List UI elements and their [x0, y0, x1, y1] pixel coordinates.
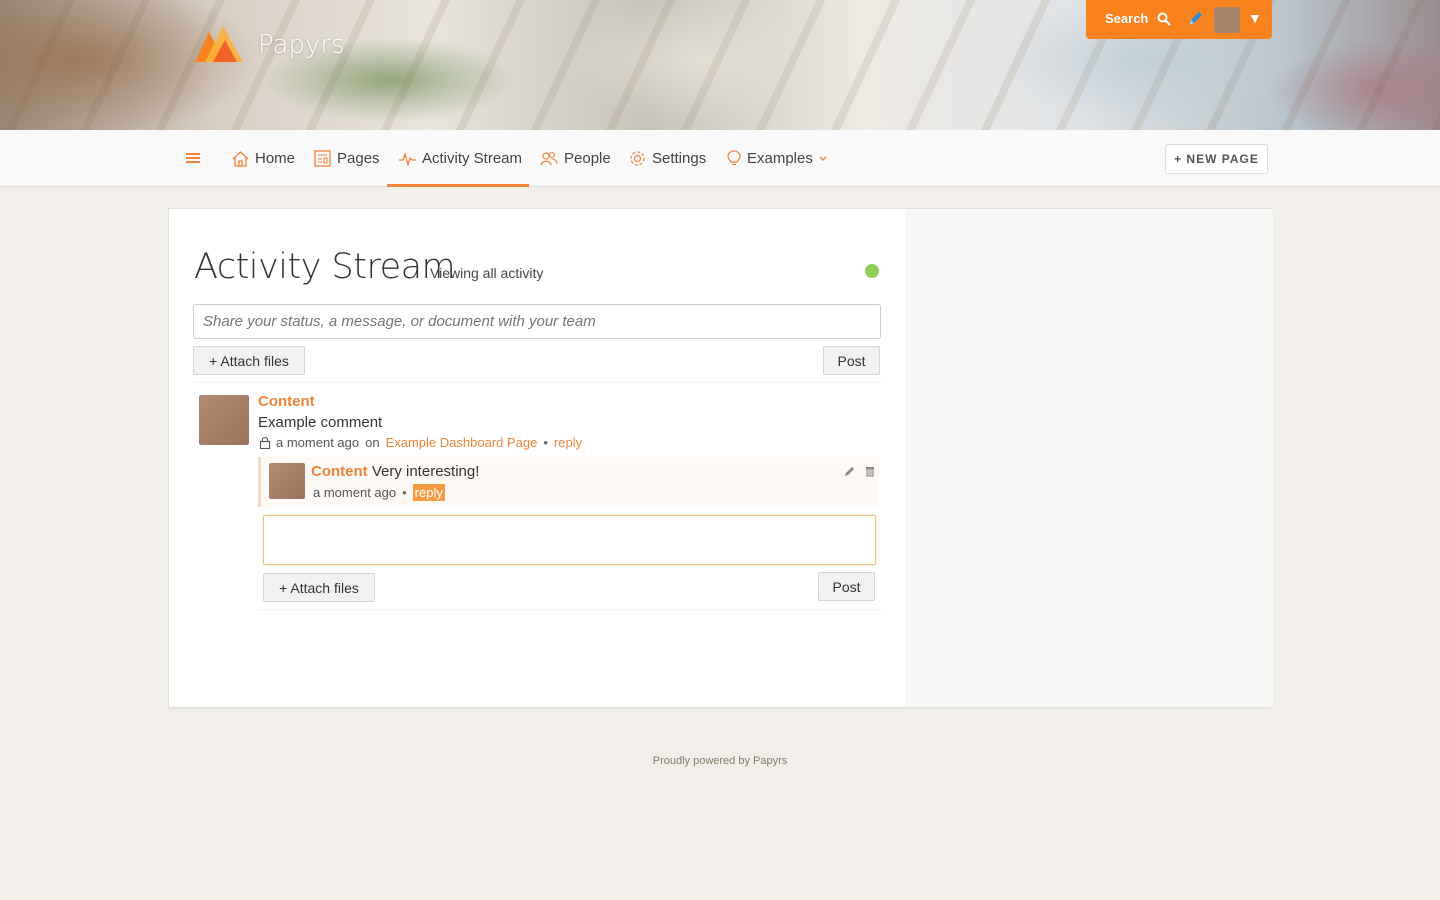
chevron-down-icon — [819, 156, 827, 161]
reply-reply-link[interactable]: reply — [412, 484, 445, 501]
nav-settings[interactable]: Settings — [629, 130, 706, 187]
activity-on-label: on — [365, 435, 380, 450]
nav-settings-label: Settings — [652, 150, 707, 167]
attach-files-button[interactable]: + Attach files — [193, 346, 305, 375]
main-nav: Home Pages Activity Stream People Settin… — [0, 130, 1440, 187]
reply-author-avatar[interactable] — [269, 463, 305, 499]
edit-pencil-icon[interactable] — [844, 465, 856, 477]
nav-pages-label: Pages — [337, 150, 380, 167]
search-button[interactable]: Search — [1105, 11, 1148, 26]
nav-examples[interactable]: Examples — [727, 130, 837, 187]
footer-text[interactable]: Proudly powered by Papyrs — [0, 755, 1440, 767]
divider — [193, 382, 881, 383]
user-avatar[interactable] — [1214, 7, 1240, 33]
pen-icon[interactable] — [1186, 10, 1204, 28]
page-title: Activity Stream — [194, 247, 456, 287]
lock-icon — [259, 437, 271, 449]
dropdown-caret-icon[interactable]: ▼ — [1248, 10, 1262, 26]
activity-comment: Example comment — [258, 414, 383, 431]
right-sidebar — [905, 209, 1273, 707]
pages-icon — [314, 150, 331, 167]
divider — [258, 609, 881, 610]
activity-meta: a moment ago on Example Dashboard Page •… — [259, 435, 582, 450]
page-subtitle: Viewing all activity — [430, 265, 544, 281]
activity-author[interactable]: Content — [258, 393, 315, 410]
reply-attach-files-button[interactable]: + Attach files — [263, 573, 375, 602]
home-icon — [232, 150, 249, 167]
papyrs-logo[interactable] — [195, 26, 243, 62]
nav-activity-label: Activity Stream — [422, 150, 523, 167]
reply-time: a moment ago — [313, 485, 397, 500]
nav-home-label: Home — [255, 150, 296, 167]
activity-card: Activity Stream Viewing all activity + A… — [168, 208, 1273, 708]
lightbulb-icon — [727, 150, 741, 166]
reply-input[interactable] — [263, 515, 876, 565]
reply-post-button[interactable]: Post — [818, 572, 875, 601]
activity-target-link[interactable]: Example Dashboard Page — [386, 435, 538, 450]
post-button[interactable]: Post — [823, 346, 880, 375]
activity-reply-link[interactable]: reply — [554, 435, 582, 450]
reply-item: Content Very interesting! a moment ago •… — [258, 457, 879, 507]
nav-people[interactable]: People — [540, 130, 611, 187]
search-icon[interactable] — [1157, 12, 1171, 26]
nav-examples-label: Examples — [747, 150, 813, 167]
gear-icon — [630, 151, 645, 166]
people-icon — [540, 151, 558, 166]
reply-text: Very interesting! — [371, 463, 480, 480]
nav-home[interactable]: Home — [232, 130, 295, 187]
nav-pages[interactable]: Pages — [314, 130, 380, 187]
activity-time: a moment ago — [276, 435, 360, 450]
online-status-indicator — [865, 264, 879, 278]
new-page-button[interactable]: + NEW PAGE — [1165, 144, 1268, 174]
top-toolbar: Search ▼ — [1086, 0, 1272, 39]
reply-author[interactable]: Content — [311, 463, 368, 480]
nav-people-label: People — [564, 150, 611, 167]
reply-meta: a moment ago • reply — [313, 484, 445, 501]
nav-activity-stream[interactable]: Activity Stream — [387, 130, 529, 187]
share-status-input[interactable] — [193, 304, 881, 339]
activity-pulse-icon — [399, 151, 416, 166]
hamburger-menu-icon[interactable] — [186, 152, 200, 164]
trash-icon[interactable] — [864, 465, 876, 477]
author-avatar[interactable] — [199, 395, 249, 445]
brand-name[interactable]: Papyrs — [258, 30, 345, 60]
